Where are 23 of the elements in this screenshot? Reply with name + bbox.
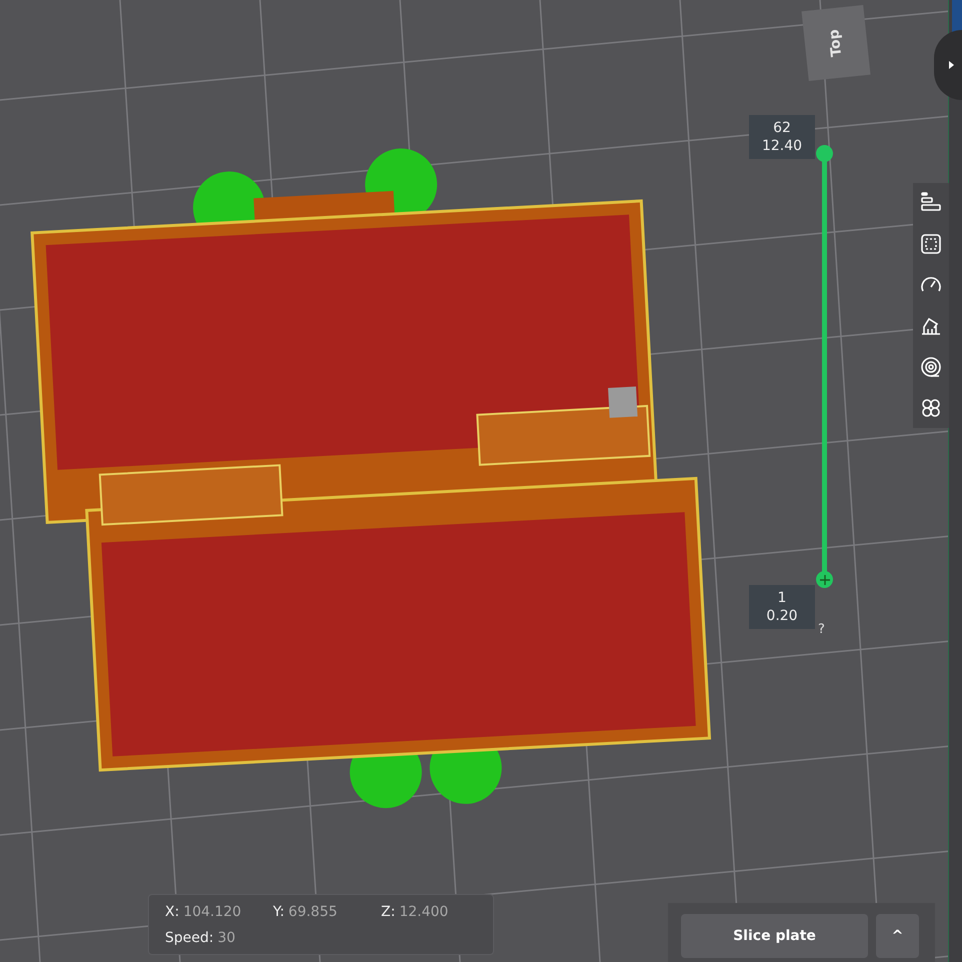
arrow-icon [948,61,954,69]
help-button[interactable]: ? [818,622,825,637]
field-label: Z: [381,904,396,920]
layer-height: 12.40 [762,137,802,155]
field-label: Y: [273,904,284,920]
field-label: Speed: [165,930,214,946]
view-cube[interactable]: Top [802,4,870,82]
frame-icon[interactable] [919,232,943,256]
layer-number: 1 [778,589,786,607]
field-value: 12.400 [399,904,448,920]
slider-handle[interactable] [816,145,833,162]
field-label: X: [165,904,180,920]
expand-button[interactable]: ^ [876,914,919,958]
layer-height: 0.20 [766,607,798,625]
slice-plate-button[interactable]: Slice plate [681,914,868,958]
layer-number: 62 [773,119,791,137]
slider-handle[interactable] [816,571,833,588]
field-value: 69.855 [288,904,338,920]
spool-icon[interactable] [919,355,943,379]
field-value: 104.120 [183,904,242,920]
plus-icon [820,574,830,584]
field-value: 30 [218,930,236,946]
view-cube-label: Top [826,28,846,58]
